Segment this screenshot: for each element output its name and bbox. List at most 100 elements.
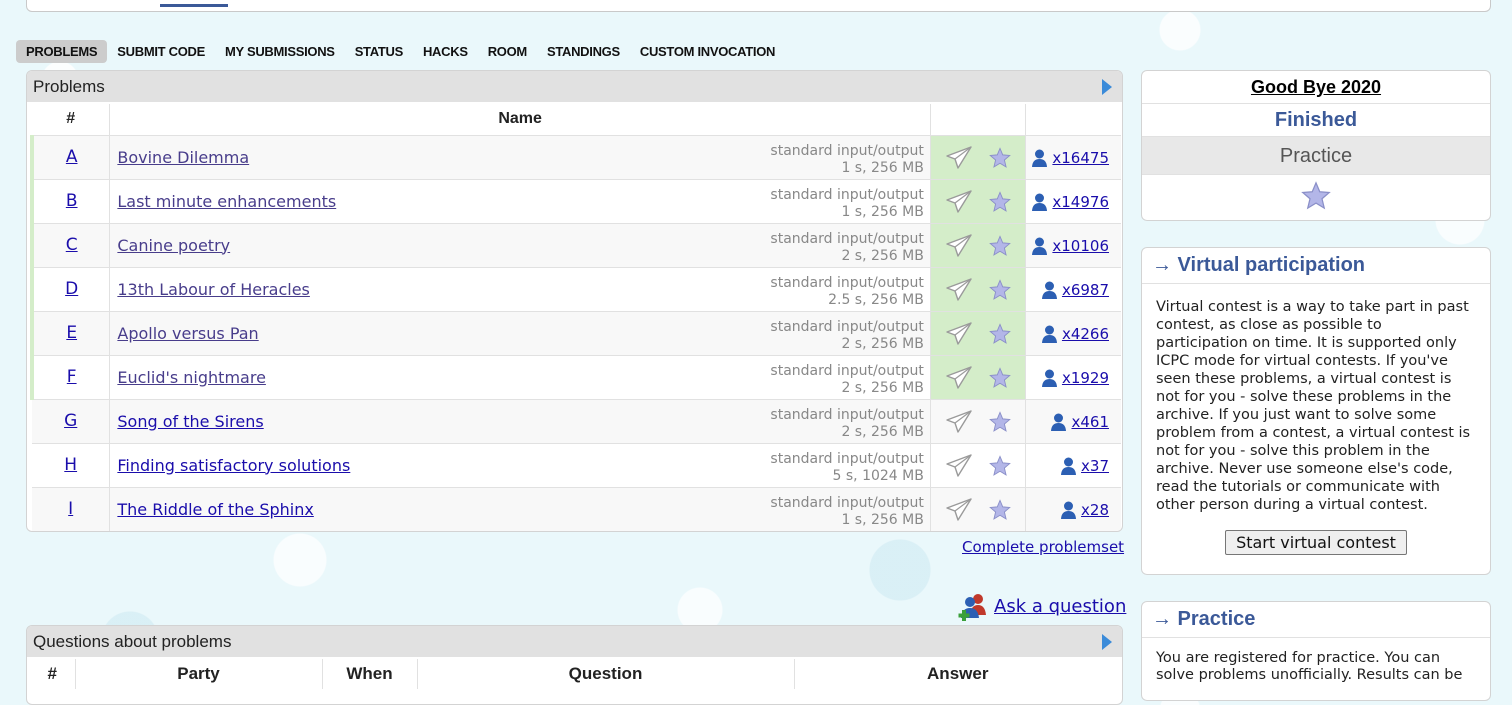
problem-solvers-link[interactable]: x6987 bbox=[1041, 280, 1109, 300]
problem-solvers-link[interactable]: x461 bbox=[1050, 412, 1109, 432]
contest-info-box: Good Bye 2020 Finished Practice bbox=[1141, 70, 1491, 221]
star-icon[interactable] bbox=[1301, 181, 1331, 211]
users-add-icon[interactable] bbox=[958, 591, 990, 621]
problem-solvers-link[interactable]: x4266 bbox=[1041, 324, 1109, 344]
star-icon[interactable] bbox=[989, 146, 1011, 169]
solvers-count: x1929 bbox=[1061, 368, 1109, 387]
problem-io: standard input/output bbox=[770, 318, 924, 335]
contest-title-link[interactable]: Good Bye 2020 bbox=[1251, 71, 1381, 104]
user-icon bbox=[1041, 280, 1058, 300]
paper-plane-icon[interactable] bbox=[945, 409, 973, 434]
problem-row: G Song of the Sirens standard input/output… bbox=[32, 398, 1121, 443]
problem-name-link[interactable]: Euclid's nightmare bbox=[117, 368, 266, 387]
problem-name-link[interactable]: Bovine Dilemma bbox=[117, 148, 249, 167]
problem-name-link[interactable]: 13th Labour of Heracles bbox=[117, 280, 310, 299]
problem-index-link[interactable]: D bbox=[65, 279, 78, 299]
problem-index-link[interactable]: C bbox=[66, 235, 78, 255]
problem-solvers-link[interactable]: x14976 bbox=[1031, 192, 1109, 212]
problem-limits: standard input/output 2.5 s, 256 MB bbox=[770, 275, 923, 309]
problem-solvers-link[interactable]: x28 bbox=[1060, 500, 1109, 520]
problem-solvers-link[interactable]: x37 bbox=[1060, 456, 1109, 476]
menu-item-submit-code[interactable]: Submit Code bbox=[107, 40, 215, 63]
menu-item-custom-invocation[interactable]: Custom Invocation bbox=[630, 40, 785, 63]
header-box bbox=[26, 0, 1491, 12]
problem-limits: standard input/output 2 s, 256 MB bbox=[770, 363, 923, 397]
ask-question-link[interactable]: Ask a question bbox=[994, 596, 1126, 617]
paper-plane-icon[interactable] bbox=[945, 497, 973, 522]
arrow-right-icon[interactable] bbox=[1102, 79, 1112, 95]
problem-solvers-link[interactable]: x16475 bbox=[1031, 148, 1109, 168]
menu-item-hacks[interactable]: Hacks bbox=[413, 40, 478, 63]
problem-row: C Canine poetry standard input/output 2 s, … bbox=[30, 222, 1121, 267]
menu-item-problems[interactable]: Problems bbox=[16, 39, 108, 63]
star-icon[interactable] bbox=[989, 234, 1011, 257]
problem-index-link[interactable]: I bbox=[68, 499, 73, 519]
problem-time-memory: 1 s, 256 MB bbox=[841, 159, 924, 176]
user-icon bbox=[1050, 412, 1067, 432]
problem-index-link[interactable]: F bbox=[67, 367, 77, 387]
problem-name-link[interactable]: Canine poetry bbox=[117, 236, 230, 255]
menu-item-my-submissions[interactable]: My Submissions bbox=[215, 40, 345, 63]
questions-caption-title: Questions about problems bbox=[33, 632, 232, 651]
problem-index-cell: H bbox=[32, 442, 111, 487]
problem-index-cell: D bbox=[30, 266, 111, 311]
paper-plane-icon[interactable] bbox=[945, 145, 973, 170]
questions-panel: Questions about problems # Party When Qu… bbox=[26, 625, 1123, 705]
star-icon[interactable] bbox=[989, 278, 1011, 301]
paper-plane-icon[interactable] bbox=[945, 189, 973, 214]
star-icon[interactable] bbox=[989, 498, 1011, 521]
problem-limits: standard input/output 5 s, 1024 MB bbox=[770, 451, 923, 485]
star-icon[interactable] bbox=[989, 410, 1011, 433]
paper-plane-icon[interactable] bbox=[945, 453, 973, 478]
problem-name-link[interactable]: The Riddle of the Sphinx bbox=[117, 500, 313, 519]
problem-index-link[interactable]: H bbox=[64, 455, 77, 475]
paper-plane-icon[interactable] bbox=[945, 321, 973, 346]
column-header-question: Question bbox=[417, 659, 795, 689]
problem-index-link[interactable]: E bbox=[66, 323, 77, 343]
problem-solvers-link[interactable]: x10106 bbox=[1031, 236, 1109, 256]
star-icon[interactable] bbox=[989, 454, 1011, 477]
problem-time-memory: 2 s, 256 MB bbox=[841, 423, 924, 440]
problem-name-cell: Apollo versus Pan standard input/output 2 … bbox=[109, 310, 931, 355]
problem-limits: standard input/output 1 s, 256 MB bbox=[770, 187, 923, 221]
problem-solvers-link[interactable]: x1929 bbox=[1041, 368, 1109, 388]
problem-name-link[interactable]: Last minute enhancements bbox=[117, 192, 336, 211]
problem-name-link[interactable]: Finding satisfactory solutions bbox=[117, 456, 350, 475]
star-icon[interactable] bbox=[989, 190, 1011, 213]
star-icon[interactable] bbox=[989, 322, 1011, 345]
problem-index-link[interactable]: B bbox=[66, 191, 78, 211]
solvers-count: x6987 bbox=[1061, 280, 1109, 299]
practice-text: You are registered for practice. You can… bbox=[1156, 650, 1463, 683]
problem-limits: standard input/output 2 s, 256 MB bbox=[770, 231, 923, 265]
problem-name-cell: Bovine Dilemma standard input/output 1 s, … bbox=[109, 134, 931, 179]
problem-name-link[interactable]: Apollo versus Pan bbox=[117, 324, 258, 343]
start-virtual-contest-button[interactable]: Start virtual contest bbox=[1225, 530, 1407, 555]
problem-name-cell: Euclid's nightmare standard input/output 2… bbox=[109, 354, 931, 399]
problem-index-link[interactable]: G bbox=[64, 411, 77, 431]
paper-plane-icon[interactable] bbox=[945, 277, 973, 302]
menu-item-room[interactable]: Room bbox=[478, 40, 537, 63]
paper-plane-icon[interactable] bbox=[945, 365, 973, 390]
problems-caption-title: Problems bbox=[33, 77, 105, 96]
menu-item-status[interactable]: Status bbox=[345, 40, 413, 63]
menu-item-standings[interactable]: Standings bbox=[537, 40, 630, 63]
active-tab-underline bbox=[160, 4, 228, 7]
problems-table: # Name A Bovine Dilemma standard input/out… bbox=[30, 104, 1121, 531]
column-header-answer: Answer bbox=[927, 664, 989, 683]
problem-index-link[interactable]: A bbox=[66, 147, 78, 167]
user-icon bbox=[1031, 192, 1048, 212]
column-header-when: When bbox=[322, 659, 418, 689]
problem-io: standard input/output bbox=[770, 362, 924, 379]
problem-name-cell: Song of the Sirens standard input/output 2… bbox=[109, 398, 931, 443]
problem-row: H Finding satisfactory solutions standard … bbox=[32, 442, 1121, 487]
practice-caption: → Practice bbox=[1142, 602, 1490, 638]
problem-time-memory: 1 s, 256 MB bbox=[841, 511, 924, 528]
complete-problemset-link[interactable]: Complete problemset bbox=[962, 538, 1124, 556]
solvers-count: x37 bbox=[1081, 456, 1109, 475]
star-icon[interactable] bbox=[989, 366, 1011, 389]
problem-time-memory: 5 s, 1024 MB bbox=[832, 467, 924, 484]
paper-plane-icon[interactable] bbox=[945, 233, 973, 258]
problem-time-memory: 2.5 s, 256 MB bbox=[828, 291, 924, 308]
problem-name-link[interactable]: Song of the Sirens bbox=[117, 412, 263, 431]
arrow-right-icon[interactable] bbox=[1102, 634, 1112, 650]
